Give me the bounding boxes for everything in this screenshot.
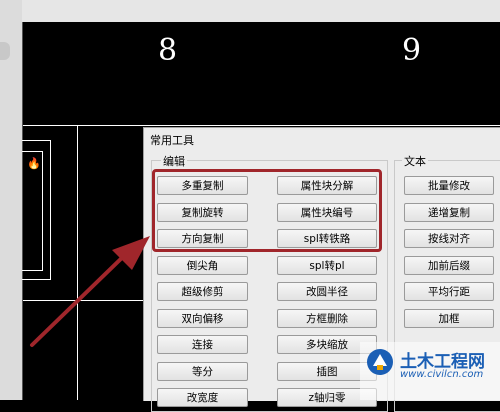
watermark-url: www.civilcn.com	[400, 369, 484, 380]
arrow-shaft	[30, 250, 130, 347]
arrow-head	[112, 236, 150, 270]
site-logo-icon	[367, 349, 393, 375]
annotation-arrow	[30, 236, 150, 347]
site-watermark: 土木工程网 www.civilcn.com	[360, 342, 500, 400]
